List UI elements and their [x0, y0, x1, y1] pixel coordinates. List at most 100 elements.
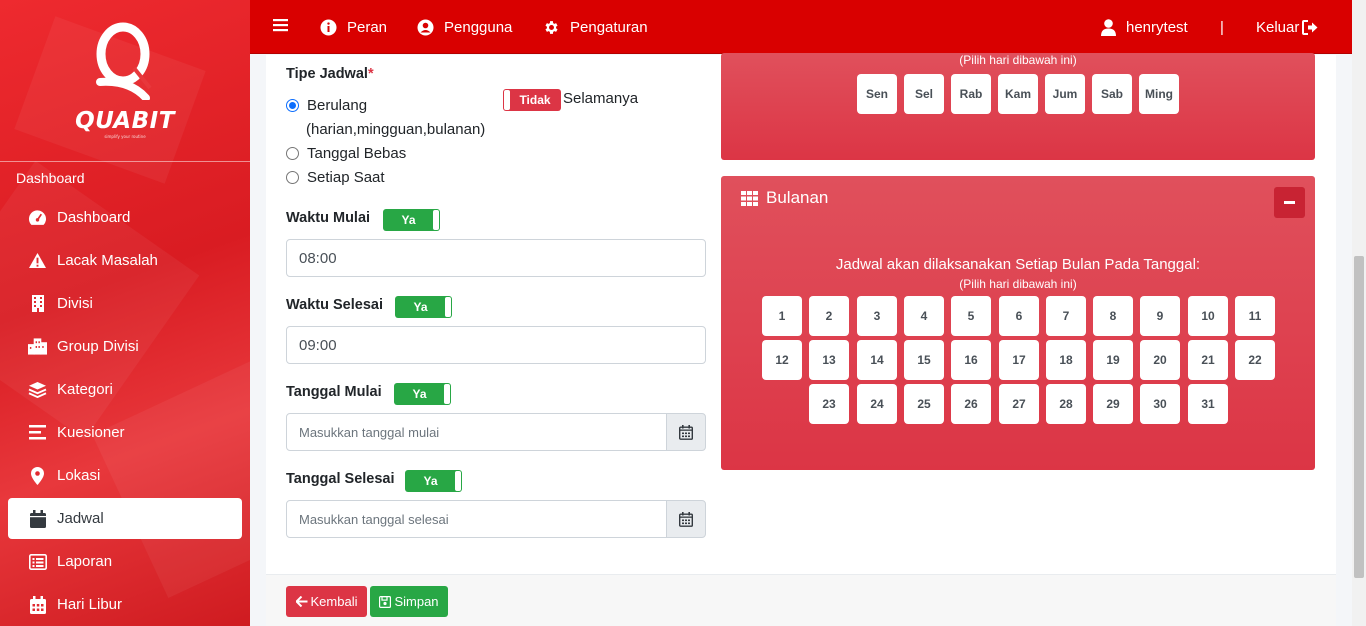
date-button-28[interactable]: 28 [1046, 384, 1086, 424]
nav-peran[interactable]: Peran [320, 0, 387, 54]
date-button-5[interactable]: 5 [951, 296, 991, 336]
tanggal-selesai-calendar-button[interactable] [666, 500, 706, 538]
day-button-sel[interactable]: Sel [904, 74, 944, 114]
date-button-10[interactable]: 10 [1188, 296, 1228, 336]
sidebar-item-label: Dashboard [57, 209, 131, 226]
day-button-sen[interactable]: Sen [857, 74, 897, 114]
gear-icon [545, 20, 558, 34]
bulanan-panel: Bulanan Jadwal akan dilaksanakan Setiap … [721, 176, 1315, 470]
date-button-1[interactable]: 1 [762, 296, 802, 336]
selamanya-toggle[interactable]: Tidak [503, 89, 561, 111]
logout-link[interactable]: Keluar [1256, 0, 1318, 54]
date-button-19[interactable]: 19 [1093, 340, 1133, 380]
sidebar-item-group-divisi[interactable]: Group Divisi [8, 325, 242, 368]
weekly-hint: (Pilih hari dibawah ini) [959, 53, 1077, 67]
hamburger-icon [273, 18, 298, 36]
bulanan-title-text: Bulanan [766, 188, 829, 207]
date-button-25[interactable]: 25 [904, 384, 944, 424]
date-button-16[interactable]: 16 [951, 340, 991, 380]
save-label: Simpan [394, 594, 439, 609]
date-button-2[interactable]: 2 [809, 296, 849, 336]
waktu-selesai-input[interactable]: 09:00 [286, 326, 706, 364]
tanggal-selesai-input[interactable]: Masukkan tanggal selesai [286, 500, 667, 538]
calendar-icon [28, 509, 47, 528]
date-button-15[interactable]: 15 [904, 340, 944, 380]
day-button-kam[interactable]: Kam [998, 74, 1038, 114]
user-icon [1101, 18, 1116, 36]
date-button-14[interactable]: 14 [857, 340, 897, 380]
date-button-24[interactable]: 24 [857, 384, 897, 424]
date-button-18[interactable]: 18 [1046, 340, 1086, 380]
radio-tanggal-bebas[interactable]: Tanggal Bebas [286, 145, 406, 162]
radio-circle[interactable] [286, 147, 299, 160]
sidebar-item-divisi[interactable]: Divisi [8, 282, 242, 325]
waktu-mulai-toggle[interactable]: Ya [383, 209, 440, 231]
date-button-6[interactable]: 6 [999, 296, 1039, 336]
tanggal-mulai-label: Tanggal Mulai [286, 384, 382, 400]
sidebar-item-jadwal[interactable]: Jadwal [8, 498, 242, 539]
user-menu[interactable]: henrytest [1101, 0, 1188, 54]
waktu-mulai-input[interactable]: 08:00 [286, 239, 706, 277]
tipe-jadwal-label: Tipe Jadwal* [286, 66, 374, 82]
nav-pengguna-label: Pengguna [444, 18, 513, 36]
brand-name: QUABIT [75, 108, 175, 134]
day-button-sab[interactable]: Sab [1092, 74, 1132, 114]
tanggal-selesai-toggle[interactable]: Ya [405, 470, 462, 492]
date-button-9[interactable]: 9 [1140, 296, 1180, 336]
nav-pengaturan[interactable]: Pengaturan [543, 0, 648, 54]
tanggal-mulai-input[interactable]: Masukkan tanggal mulai [286, 413, 667, 451]
sidebar-item-lacak-masalah[interactable]: Lacak Masalah [8, 239, 242, 282]
waktu-selesai-toggle[interactable]: Ya [395, 296, 452, 318]
date-button-23[interactable]: 23 [809, 384, 849, 424]
sign-out-icon [1302, 19, 1318, 35]
date-button-8[interactable]: 8 [1093, 296, 1133, 336]
date-button-21[interactable]: 21 [1188, 340, 1228, 380]
date-button-11[interactable]: 11 [1235, 296, 1275, 336]
date-button-4[interactable]: 4 [904, 296, 944, 336]
back-button[interactable]: Kembali [286, 586, 367, 617]
date-button-26[interactable]: 26 [951, 384, 991, 424]
logo[interactable]: QUABIT simplify your routine [0, 0, 250, 162]
sidebar-item-laporan[interactable]: Laporan [8, 540, 242, 583]
date-button-29[interactable]: 29 [1093, 384, 1133, 424]
logout-label: Keluar [1256, 18, 1300, 36]
date-button-3[interactable]: 3 [857, 296, 897, 336]
save-button[interactable]: Simpan [370, 586, 448, 617]
warning-icon [28, 251, 47, 270]
sidebar-item-kuesioner[interactable]: Kuesioner [8, 411, 242, 454]
date-button-22[interactable]: 22 [1235, 340, 1275, 380]
menu-toggle-button[interactable] [273, 0, 298, 54]
tanggal-mulai-calendar-button[interactable] [666, 413, 706, 451]
date-button-12[interactable]: 12 [762, 340, 802, 380]
date-button-31[interactable]: 31 [1188, 384, 1228, 424]
radio-berulang[interactable]: Berulang [286, 97, 367, 114]
date-button-7[interactable]: 7 [1046, 296, 1086, 336]
day-button-rab[interactable]: Rab [951, 74, 991, 114]
waktu-selesai-label: Waktu Selesai [286, 297, 383, 313]
date-button-20[interactable]: 20 [1140, 340, 1180, 380]
radio-circle[interactable] [286, 99, 299, 112]
sidebar-item-hari-libur[interactable]: Hari Libur [8, 583, 242, 626]
page-scrollbar-thumb[interactable] [1354, 256, 1364, 578]
day-button-ming[interactable]: Ming [1139, 74, 1179, 114]
day-button-jum[interactable]: Jum [1045, 74, 1085, 114]
brand-tagline: simplify your routine [104, 134, 146, 139]
tanggal-mulai-toggle[interactable]: Ya [394, 383, 451, 405]
date-button-17[interactable]: 17 [999, 340, 1039, 380]
sidebar-item-label: Laporan [57, 553, 113, 570]
sidebar-item-dashboard[interactable]: Dashboard [8, 196, 242, 239]
radio-setiap-saat[interactable]: Setiap Saat [286, 169, 385, 186]
nav-pengguna[interactable]: Pengguna [417, 0, 512, 54]
sidebar-item-kategori[interactable]: Kategori [8, 368, 242, 411]
radio-circle[interactable] [286, 171, 299, 184]
save-icon [379, 595, 392, 608]
date-button-13[interactable]: 13 [809, 340, 849, 380]
date-button-27[interactable]: 27 [999, 384, 1039, 424]
sidebar-item-lokasi[interactable]: Lokasi [8, 454, 242, 497]
grid-icon [741, 190, 758, 206]
date-button-30[interactable]: 30 [1140, 384, 1180, 424]
quabit-logo-icon [96, 22, 152, 100]
info-circle-icon [320, 19, 337, 35]
mingguan-panel: (Pilih hari dibawah ini) Sen Sel Rab Kam… [721, 53, 1315, 160]
collapse-button[interactable] [1274, 187, 1305, 218]
